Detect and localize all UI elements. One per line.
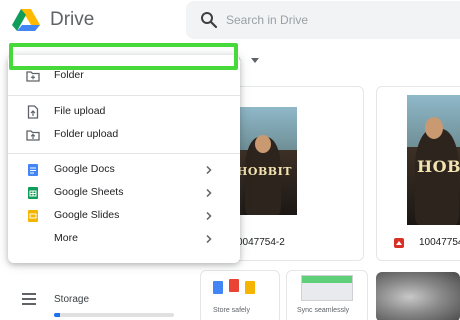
poster-title: HOBBIT (417, 157, 460, 176)
storage-label[interactable]: Storage (54, 294, 89, 305)
menu-item-file-upload[interactable]: File upload (8, 101, 240, 123)
folder-upload-icon (26, 130, 40, 141)
menu-item-more[interactable]: More (8, 228, 240, 250)
docs-file-icon (213, 281, 223, 294)
chevron-right-icon (206, 234, 212, 244)
file-card[interactable]: HOBBIT 10047754-1 (376, 86, 460, 261)
file-name: 0047754-2 (237, 237, 285, 248)
pdf-file-icon (229, 279, 239, 292)
chevron-right-icon (206, 165, 212, 175)
search-box[interactable] (186, 1, 460, 39)
menu-item-label: More (54, 232, 78, 244)
chevron-right-icon (206, 188, 212, 198)
file-upload-icon (27, 105, 39, 119)
sync-illustration (301, 275, 353, 301)
menu-item-label: File upload (54, 105, 106, 117)
photo-thumbnail[interactable] (376, 272, 460, 320)
image-file-type-icon (394, 238, 404, 248)
promo-card-store: Store safely (200, 270, 280, 320)
top-bar: Drive (0, 0, 460, 42)
menu-item-label: Google Docs (54, 163, 115, 175)
search-icon[interactable] (200, 11, 218, 29)
file-upload-highlight-box (9, 43, 238, 70)
chevron-right-icon (206, 211, 212, 221)
menu-item-folder-upload[interactable]: Folder upload (8, 124, 240, 146)
menu-divider (8, 153, 240, 154)
storage-icon (22, 293, 36, 305)
app-title: Drive (50, 9, 95, 30)
storage-usage-bar (54, 313, 174, 317)
promo-caption: Sync seamlessly (297, 307, 350, 314)
promo-card-sync: Sync seamlessly (286, 270, 368, 320)
search-input[interactable] (226, 1, 446, 39)
file-thumbnail: HOBBIT (407, 95, 460, 225)
menu-item-label: Google Slides (54, 209, 120, 221)
menu-item-google-slides[interactable]: Google Slides (8, 205, 240, 227)
file-name: 10047754-1 (419, 237, 460, 248)
new-item-menu: Folder File upload Folder upload Google … (8, 55, 240, 263)
heading-dropdown-caret-icon[interactable] (251, 58, 259, 63)
menu-item-label: Folder upload (54, 128, 119, 140)
promo-caption: Store safely (213, 307, 250, 314)
menu-item-label: Google Sheets (54, 186, 124, 198)
menu-divider (8, 95, 240, 96)
google-docs-icon (28, 164, 38, 176)
slides-file-icon (245, 281, 255, 294)
menu-item-google-docs[interactable]: Google Docs (8, 159, 240, 181)
google-slides-icon (28, 210, 38, 222)
file-thumbnail: HOBBIT (231, 107, 297, 215)
new-folder-icon (26, 71, 40, 82)
poster-title: HOBBIT (237, 165, 292, 178)
google-sheets-icon (28, 187, 38, 199)
menu-item-google-sheets[interactable]: Google Sheets (8, 182, 240, 204)
drive-logo-icon[interactable] (12, 8, 40, 32)
menu-item-label: Folder (54, 69, 84, 81)
